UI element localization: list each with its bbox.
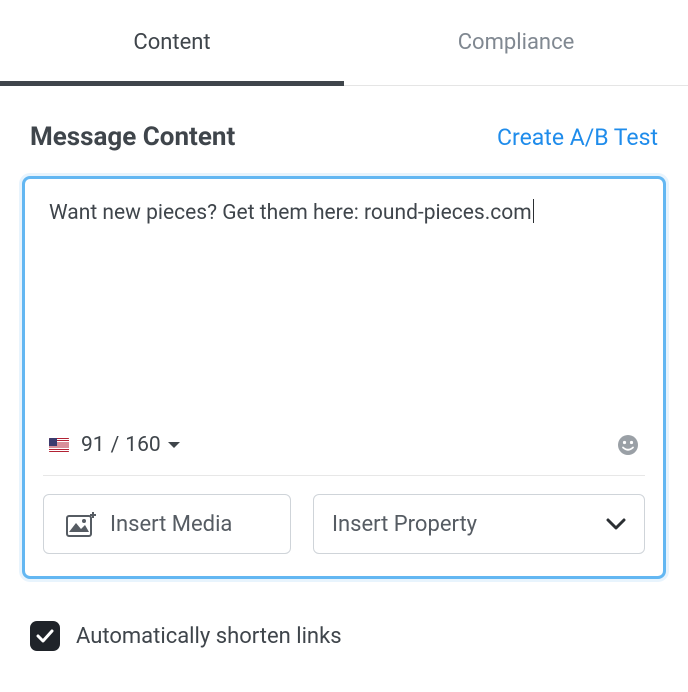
shorten-links-checkbox[interactable] — [30, 621, 60, 651]
counter-row: 91 / 160 — [43, 427, 645, 476]
insert-media-button[interactable]: Insert Media — [43, 494, 291, 554]
emoji-picker-button[interactable] — [617, 434, 639, 456]
caret-down-icon — [167, 440, 181, 450]
check-icon — [36, 629, 54, 643]
message-textarea[interactable]: Want new pieces? Get them here: round-pi… — [43, 187, 645, 427]
tab-content-label: Content — [133, 30, 210, 55]
editor-actions: Insert Media Insert Property — [43, 476, 645, 554]
text-cursor — [533, 199, 534, 223]
us-flag-icon — [49, 438, 69, 452]
smiley-icon — [617, 434, 639, 456]
message-text: Want new pieces? Get them here: round-pi… — [49, 201, 532, 225]
char-max: 160 — [125, 433, 160, 457]
shorten-links-row: Automatically shorten links — [0, 579, 688, 651]
tab-compliance[interactable]: Compliance — [344, 0, 688, 85]
message-editor: Want new pieces? Get them here: round-pi… — [22, 176, 666, 579]
char-used: 91 — [81, 433, 105, 457]
counter-left: 91 / 160 — [49, 433, 181, 457]
shorten-links-label: Automatically shorten links — [76, 624, 342, 649]
tab-compliance-label: Compliance — [458, 30, 575, 55]
page-title: Message Content — [30, 122, 235, 152]
insert-property-label: Insert Property — [332, 512, 477, 537]
create-ab-test-link[interactable]: Create A/B Test — [497, 124, 658, 151]
char-counter[interactable]: 91 / 160 — [81, 433, 181, 457]
insert-media-label: Insert Media — [110, 512, 232, 537]
char-sep: / — [111, 433, 120, 457]
tab-content[interactable]: Content — [0, 0, 344, 85]
insert-property-select[interactable]: Insert Property — [313, 494, 645, 554]
section-header: Message Content Create A/B Test — [0, 86, 688, 176]
tabs: Content Compliance — [0, 0, 688, 86]
image-plus-icon — [66, 511, 96, 537]
chevron-down-icon — [606, 517, 626, 531]
